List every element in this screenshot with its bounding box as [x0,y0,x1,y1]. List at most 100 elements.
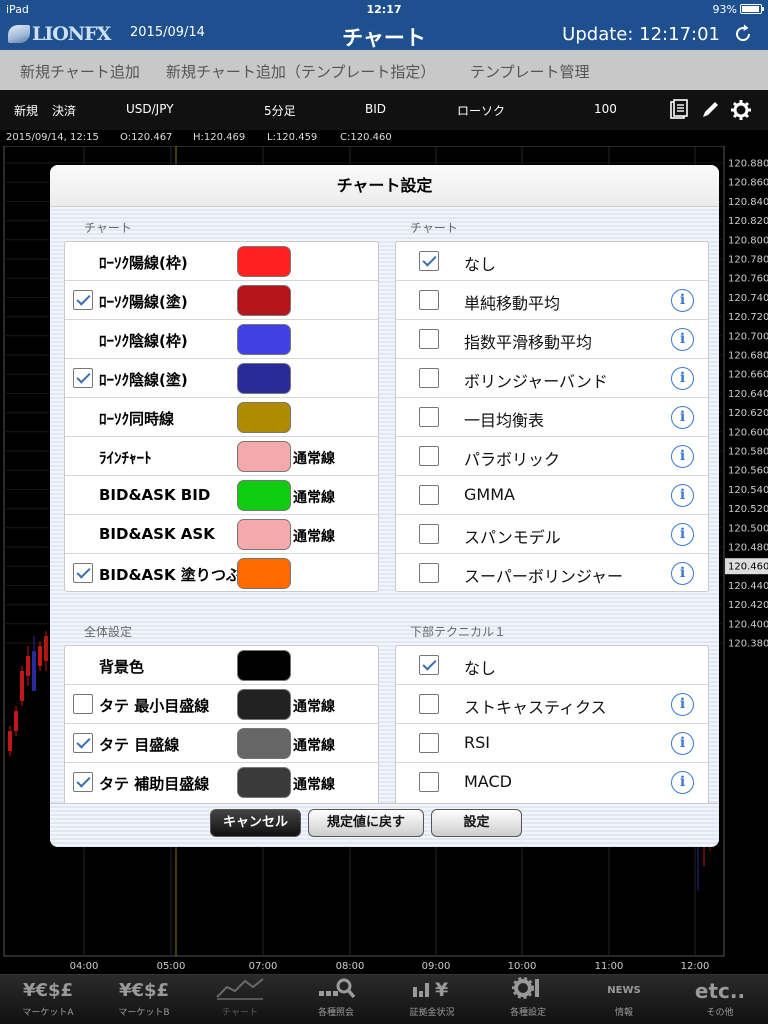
lower-technical-option-checkbox[interactable] [419,733,439,753]
lower-technical-option-checkbox[interactable] [419,655,439,675]
technical-option-row[interactable]: 指数平滑移動平均 i [396,320,708,359]
technical-option-row[interactable]: 単純移動平均 i [396,281,708,320]
technical-option-checkbox[interactable] [419,407,439,427]
general-setting-row: タテ 目盛線 通常線 [65,724,378,763]
reset-defaults-button[interactable]: 規定値に戻す [308,809,424,837]
candle-setting-row: ﾛｰｿｸ陽線(塗) [65,281,378,320]
general-setting-line-style[interactable]: 通常線 [293,696,335,716]
technical-option-checkbox[interactable] [419,368,439,388]
technical-option-label: スーパーボリンジャー [464,567,624,586]
lower-technical-option-row[interactable]: なし [396,646,708,685]
candle-setting-label: BID&ASK ASK [99,525,215,543]
general-setting-line-style[interactable]: 通常線 [293,735,335,755]
technical-option-checkbox[interactable] [419,524,439,544]
general-setting-color-swatch[interactable] [237,689,291,720]
candle-setting-color-swatch[interactable] [237,324,291,355]
candle-setting-label: ﾛｰｿｸ陽線(枠) [99,254,188,272]
dialog-body[interactable]: チャート チャート ﾛｰｿｸ陽線(枠) ﾛｰｿｸ陽線(塗) ﾛｰｿｸ陰線(枠) ﾛｰｿ… [50,207,719,803]
candle-setting-label: ﾛｰｿｸ陰線(塗) [99,371,188,389]
technical-option-row[interactable]: ボリンジャーバンド i [396,359,708,398]
candle-setting-label: ﾗｲﾝﾁｬｰﾄ [99,449,152,467]
section-head-lower-technical: 下部テクニカル１ [410,625,507,639]
candle-setting-row: BID&ASK BID 通常線 [65,476,378,515]
technical-option-row[interactable]: GMMA i [396,476,708,515]
technical-option-label: 一目均衡表 [464,411,545,430]
candle-setting-row: ﾛｰｿｸ陰線(塗) [65,359,378,398]
technical-option-label: GMMA [464,485,515,504]
general-setting-checkbox[interactable] [73,733,93,753]
info-icon[interactable]: i [671,289,694,312]
apply-button[interactable]: 設定 [431,809,522,837]
dialog-title: チャート設定 [50,165,719,207]
section-head-general: 全体設定 [84,625,133,639]
general-setting-checkbox[interactable] [73,694,93,714]
general-setting-color-swatch[interactable] [237,650,291,681]
general-setting-label: タテ 最小目盛線 [99,697,210,715]
info-icon[interactable]: i [671,445,694,468]
section-head-chart-right: チャート [410,221,458,235]
candle-setting-color-swatch[interactable] [237,519,291,550]
technical-option-label: ボリンジャーバンド [464,372,608,391]
general-setting-label: タテ 目盛線 [99,736,180,754]
section-head-chart-left: チャート [84,221,132,235]
info-icon[interactable]: i [671,732,694,755]
general-setting-color-swatch[interactable] [237,767,291,798]
technical-option-row[interactable]: スーパーボリンジャー i [396,554,708,593]
lower-technical-option-row[interactable]: ストキャスティクス i [396,685,708,724]
candle-setting-color-swatch[interactable] [237,363,291,394]
info-icon[interactable]: i [671,367,694,390]
info-icon[interactable]: i [671,771,694,794]
candle-setting-line-style[interactable]: 通常線 [293,487,335,507]
info-icon[interactable]: i [671,562,694,585]
candle-setting-checkbox[interactable] [73,563,93,583]
general-setting-color-swatch[interactable] [237,728,291,759]
general-setting-row: タテ 補助目盛線 通常線 [65,763,378,802]
technical-option-checkbox[interactable] [419,563,439,583]
candle-setting-color-swatch[interactable] [237,480,291,511]
lower-technical-option-checkbox[interactable] [419,694,439,714]
info-icon[interactable]: i [671,484,694,507]
candle-setting-row: BID&ASK 塗りつぶし [65,554,378,593]
technical-option-row[interactable]: スパンモデル i [396,515,708,554]
technical-option-checkbox[interactable] [419,251,439,271]
candle-setting-color-swatch[interactable] [237,246,291,277]
general-setting-row: タテ 最小目盛線 通常線 [65,685,378,724]
candle-setting-color-swatch[interactable] [237,558,291,589]
candle-setting-row: ﾛｰｿｸ陽線(枠) [65,242,378,281]
general-setting-row: 背景色 [65,646,378,685]
cancel-button[interactable]: キャンセル [210,809,301,837]
technical-group: なし 単純移動平均 i 指数平滑移動平均 i ボリンジャーバンド i 一目均衡表 i パラボリック… [395,241,709,592]
general-setting-checkbox[interactable] [73,772,93,792]
lower-technical-option-checkbox[interactable] [419,772,439,792]
info-icon[interactable]: i [671,406,694,429]
candle-setting-line-style[interactable]: 通常線 [293,448,335,468]
technical-option-checkbox[interactable] [419,485,439,505]
lower-technical-option-label: RSI [464,733,490,752]
candle-setting-row: BID&ASK ASK 通常線 [65,515,378,554]
technical-option-checkbox[interactable] [419,290,439,310]
candle-setting-label: BID&ASK BID [99,486,211,504]
candle-setting-color-swatch[interactable] [237,285,291,316]
candle-setting-label: BID&ASK 塗りつぶし [99,566,256,584]
technical-option-checkbox[interactable] [419,446,439,466]
lower-technical-option-label: ストキャスティクス [464,698,607,717]
candle-setting-color-swatch[interactable] [237,402,291,433]
technical-option-checkbox[interactable] [419,329,439,349]
general-setting-line-style[interactable]: 通常線 [293,774,335,794]
technical-option-row[interactable]: 一目均衡表 i [396,398,708,437]
candle-setting-line-style[interactable]: 通常線 [293,526,335,546]
lower-technical-option-row[interactable]: RSI i [396,724,708,763]
candle-setting-checkbox[interactable] [73,368,93,388]
technical-option-label: なし [464,255,497,274]
technical-option-row[interactable]: パラボリック i [396,437,708,476]
candle-setting-checkbox[interactable] [73,290,93,310]
lower-technical-option-row[interactable]: MACD i [396,763,708,802]
technical-option-row[interactable]: なし [396,242,708,281]
lower-technical-group: なし ストキャスティクス i RSI i MACD i [395,645,709,803]
candle-setting-color-swatch[interactable] [237,441,291,472]
info-icon[interactable]: i [671,523,694,546]
info-icon[interactable]: i [671,693,694,716]
candle-setting-label: ﾛｰｿｸ陽線(塗) [99,293,188,311]
modal-overlay: チャート設定 チャート チャート ﾛｰｿｸ陽線(枠) ﾛｰｿｸ陽線(塗) ﾛｰｿｸ陰… [0,0,768,1024]
info-icon[interactable]: i [671,328,694,351]
